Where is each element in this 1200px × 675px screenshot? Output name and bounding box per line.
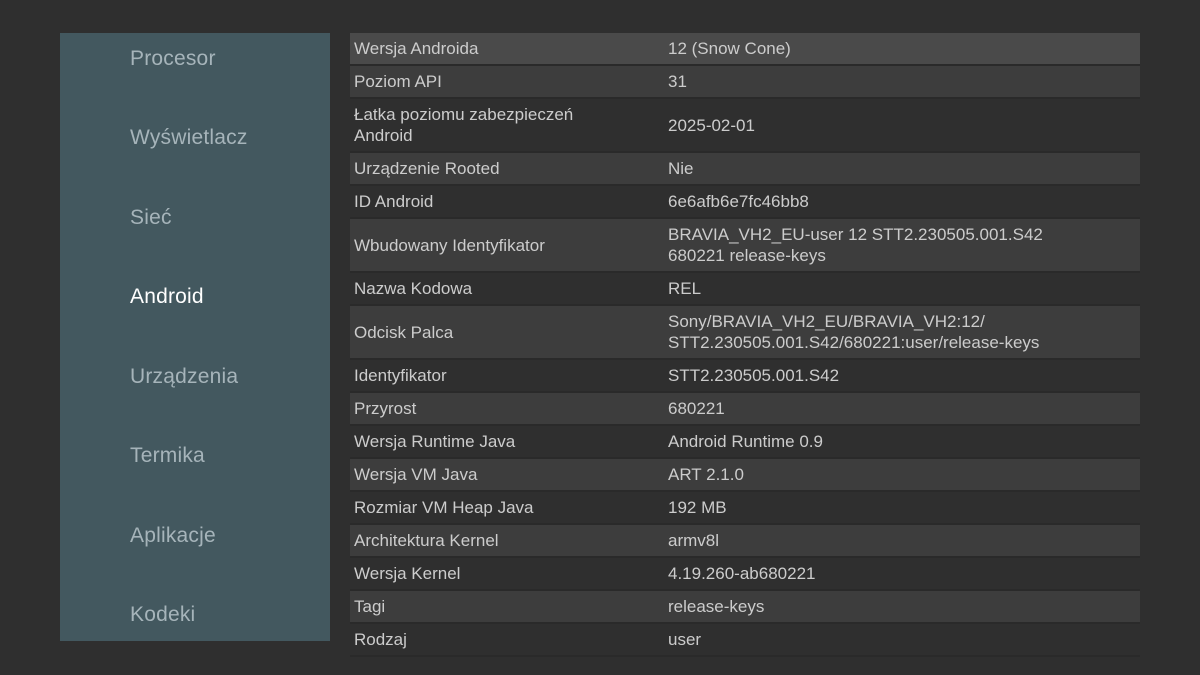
row-architektura-kernel[interactable]: Architektura Kernel armv8l xyxy=(350,525,1140,558)
row-value: 192 MB xyxy=(668,492,1140,523)
row-label: ID Android xyxy=(354,186,668,217)
row-label: Wersja Runtime Java xyxy=(354,426,668,457)
row-label: Wersja Androida xyxy=(354,33,668,64)
row-label: Przyrost xyxy=(354,393,668,424)
sidebar-item-urzadzenia[interactable]: Urządzenia xyxy=(60,360,330,394)
row-label: Architektura Kernel xyxy=(354,525,668,556)
row-label: Poziom API xyxy=(354,66,668,97)
sidebar-item-aplikacje[interactable]: Aplikacje xyxy=(60,519,330,553)
row-odcisk-palca[interactable]: Odcisk Palca Sony/BRAVIA_VH2_EU/BRAVIA_V… xyxy=(350,306,1140,360)
row-value: user xyxy=(668,624,1140,655)
row-value: 6e6afb6e7fc46bb8 xyxy=(668,186,1140,217)
row-label: Wbudowany Identyfikator xyxy=(354,230,668,261)
row-value: BRAVIA_VH2_EU-user 12 STT2.230505.001.S4… xyxy=(668,219,1140,271)
row-tagi[interactable]: Tagi release-keys xyxy=(350,591,1140,624)
row-value: 2025-02-01 xyxy=(668,110,1140,141)
sidebar-item-siec[interactable]: Sieć xyxy=(60,201,330,235)
row-label: Wersja VM Java xyxy=(354,459,668,490)
sidebar-item-android[interactable]: Android xyxy=(60,280,330,314)
row-przyrost[interactable]: Przyrost 680221 xyxy=(350,393,1140,426)
row-wersja-androida[interactable]: Wersja Androida 12 (Snow Cone) xyxy=(350,33,1140,66)
row-value: 680221 xyxy=(668,393,1140,424)
row-id-android[interactable]: ID Android 6e6afb6e7fc46bb8 xyxy=(350,186,1140,219)
row-value: Sony/BRAVIA_VH2_EU/BRAVIA_VH2:12/ STT2.2… xyxy=(668,306,1140,358)
row-urzadzenie-rooted[interactable]: Urządzenie Rooted Nie xyxy=(350,153,1140,186)
row-value: 31 xyxy=(668,66,1140,97)
row-value: 12 (Snow Cone) xyxy=(668,33,1140,64)
row-label: Identyfikator xyxy=(354,360,668,391)
row-label: Nazwa Kodowa xyxy=(354,273,668,304)
row-wbudowany-identyfikator[interactable]: Wbudowany Identyfikator BRAVIA_VH2_EU-us… xyxy=(350,219,1140,273)
row-value: STT2.230505.001.S42 xyxy=(668,360,1140,391)
row-value: REL xyxy=(668,273,1140,304)
row-wersja-runtime-java[interactable]: Wersja Runtime Java Android Runtime 0.9 xyxy=(350,426,1140,459)
row-value: 4.19.260-ab680221 xyxy=(668,558,1140,589)
row-label: Odcisk Palca xyxy=(354,317,668,348)
row-value: release-keys xyxy=(668,591,1140,622)
row-label: Rodzaj xyxy=(354,624,668,655)
row-value: ART 2.1.0 xyxy=(668,459,1140,490)
row-value: Nie xyxy=(668,153,1140,184)
sidebar-item-wyswietlacz[interactable]: Wyświetlacz xyxy=(60,121,330,155)
row-value: armv8l xyxy=(668,525,1140,556)
row-label: Łatka poziomu zabezpieczeń Android xyxy=(354,99,668,151)
row-label: Tagi xyxy=(354,591,668,622)
sidebar-item-procesor[interactable]: Procesor xyxy=(60,42,330,76)
row-wersja-kernel[interactable]: Wersja Kernel 4.19.260-ab680221 xyxy=(350,558,1140,591)
android-info-table: Wersja Androida 12 (Snow Cone) Poziom AP… xyxy=(350,33,1140,657)
row-latka-poziomu-zabezpieczen-android[interactable]: Łatka poziomu zabezpieczeń Android 2025-… xyxy=(350,99,1140,153)
category-sidebar: Procesor Wyświetlacz Sieć Android Urządzenia… xyxy=(60,33,330,641)
row-identyfikator[interactable]: Identyfikator STT2.230505.001.S42 xyxy=(350,360,1140,393)
row-poziom-api[interactable]: Poziom API 31 xyxy=(350,66,1140,99)
row-wersja-vm-java[interactable]: Wersja VM Java ART 2.1.0 xyxy=(350,459,1140,492)
row-label: Wersja Kernel xyxy=(354,558,668,589)
row-label: Rozmiar VM Heap Java xyxy=(354,492,668,523)
row-rodzaj[interactable]: Rodzaj user xyxy=(350,624,1140,657)
row-rozmiar-vm-heap-java[interactable]: Rozmiar VM Heap Java 192 MB xyxy=(350,492,1140,525)
row-label: Urządzenie Rooted xyxy=(354,153,668,184)
row-value: Android Runtime 0.9 xyxy=(668,426,1140,457)
sidebar-item-termika[interactable]: Termika xyxy=(60,439,330,473)
system-info-screen: Procesor Wyświetlacz Sieć Android Urządzenia… xyxy=(0,0,1200,675)
row-nazwa-kodowa[interactable]: Nazwa Kodowa REL xyxy=(350,273,1140,306)
sidebar-item-kodeki[interactable]: Kodeki xyxy=(60,598,330,632)
